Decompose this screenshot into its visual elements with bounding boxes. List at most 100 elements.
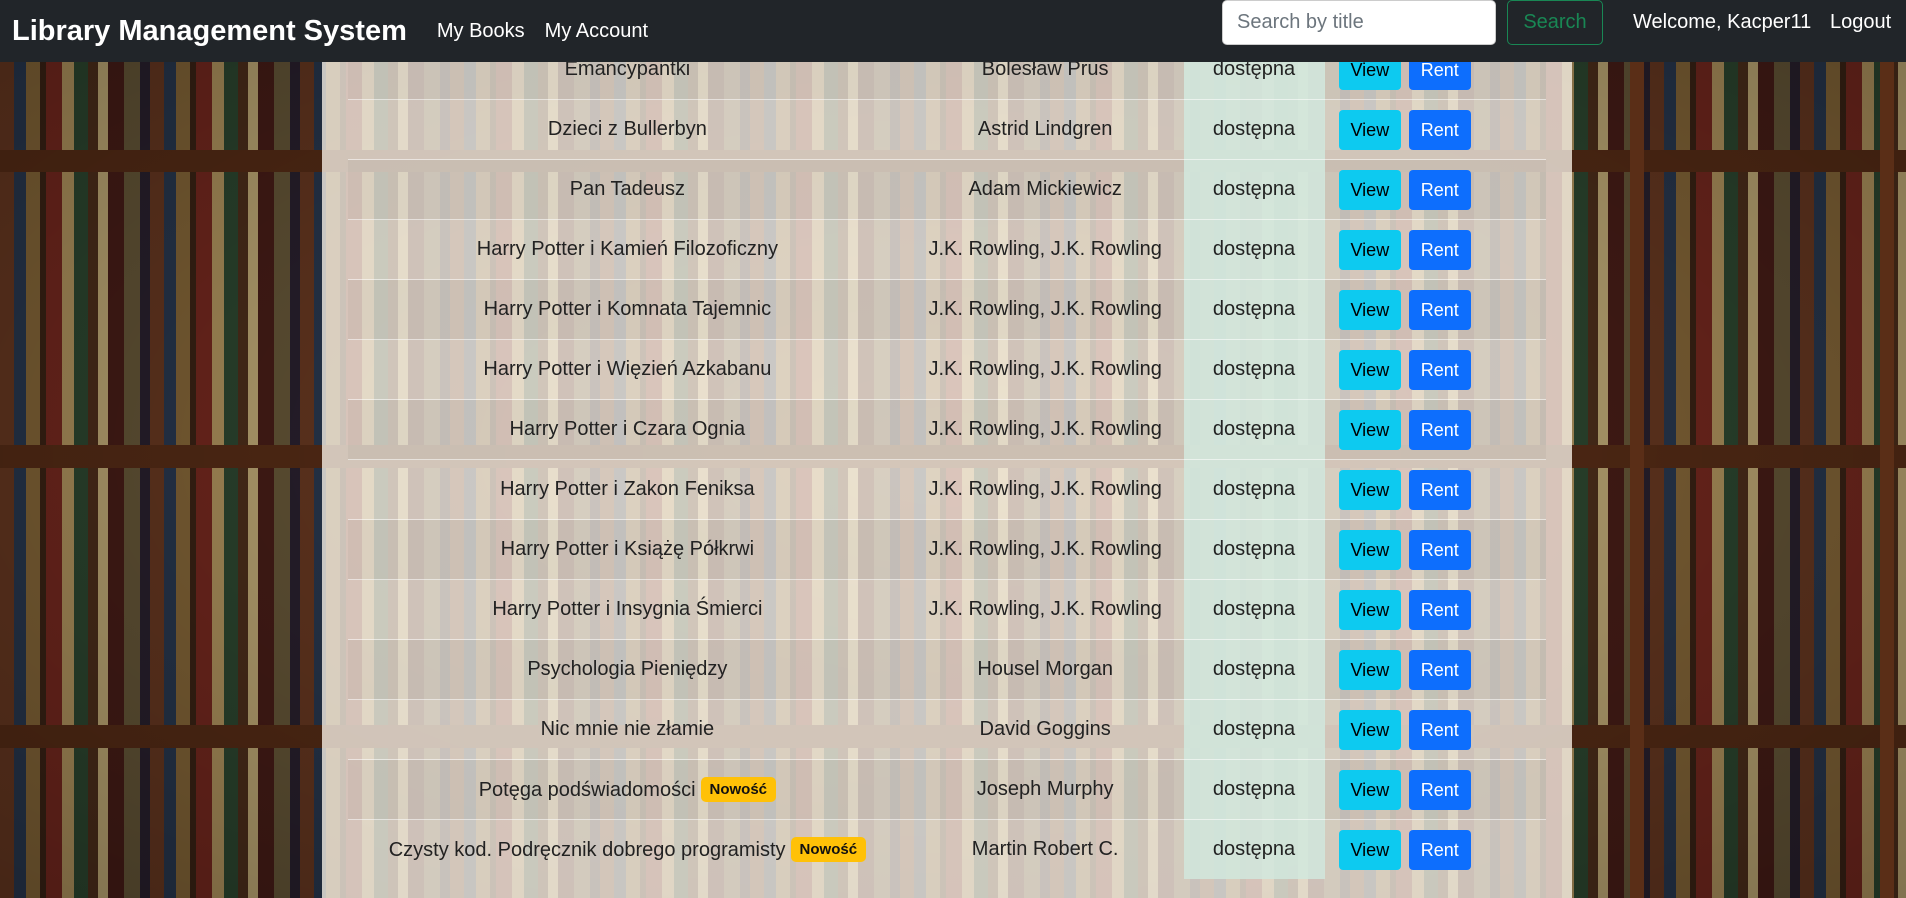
book-status: dostępna: [1183, 639, 1325, 700]
table-row: Harry Potter i Zakon Feniksa J.K. Rowlin…: [348, 459, 1546, 520]
books-container: Emancypantki Bolesław Prus dostępna View…: [322, 39, 1572, 898]
navbar: Library Management System My Books My Ac…: [0, 0, 1906, 62]
book-author: J.K. Rowling, J.K. Rowling: [906, 219, 1184, 280]
book-actions: View Rent: [1324, 339, 1546, 400]
book-status: dostępna: [1183, 759, 1325, 820]
view-button[interactable]: View: [1338, 769, 1402, 810]
new-badge: Nowość: [790, 837, 867, 862]
book-title-cell: Harry Potter i Komnata Tajemnic: [348, 279, 907, 340]
logout-link[interactable]: Logout: [1830, 11, 1891, 34]
book-author: J.K. Rowling, J.K. Rowling: [906, 519, 1184, 580]
table-row: Nic mnie nie złamie David Goggins dostęp…: [348, 699, 1546, 760]
view-button[interactable]: View: [1338, 469, 1402, 510]
search-input[interactable]: [1222, 0, 1496, 45]
view-button[interactable]: View: [1338, 109, 1402, 150]
rent-button[interactable]: Rent: [1408, 409, 1471, 450]
book-title: Dzieci z Bullerbyn: [547, 118, 707, 140]
rent-button[interactable]: Rent: [1408, 229, 1471, 270]
book-actions: View Rent: [1324, 519, 1546, 580]
view-button[interactable]: View: [1338, 409, 1402, 450]
view-button[interactable]: View: [1338, 289, 1402, 330]
book-title: Potęga podświadomości: [478, 779, 696, 801]
table-row: Pan Tadeusz Adam Mickiewicz dostępna Vie…: [348, 159, 1546, 220]
book-title: Harry Potter i Zakon Feniksa: [500, 478, 755, 500]
book-title-cell: Psychologia Pieniędzy: [348, 639, 907, 700]
table-row: Psychologia Pieniędzy Housel Morgan dost…: [348, 639, 1546, 700]
book-title-cell: Czysty kod. Podręcznik dobrego programis…: [348, 819, 907, 879]
view-button[interactable]: View: [1338, 649, 1402, 690]
book-actions: View Rent: [1324, 219, 1546, 280]
book-author: Housel Morgan: [906, 639, 1184, 700]
book-status: dostępna: [1183, 819, 1325, 879]
book-title: Harry Potter i Więzień Azkabanu: [483, 358, 772, 380]
table-row: Dzieci z Bullerbyn Astrid Lindgren dostę…: [348, 99, 1546, 160]
book-title: Harry Potter i Czara Ognia: [509, 418, 746, 440]
book-status: dostępna: [1183, 519, 1325, 580]
book-author: J.K. Rowling, J.K. Rowling: [906, 339, 1184, 400]
book-status: dostępna: [1183, 339, 1325, 400]
book-title: Harry Potter i Kamień Filozoficzny: [476, 238, 778, 260]
shelf-post: [1880, 0, 1894, 898]
table-row: Harry Potter i Książę Półkrwi J.K. Rowli…: [348, 519, 1546, 580]
books-table-body: Emancypantki Bolesław Prus dostępna View…: [348, 39, 1546, 879]
book-title: Harry Potter i Książę Półkrwi: [500, 538, 755, 560]
book-title-cell: Harry Potter i Czara Ognia: [348, 399, 907, 460]
book-status: dostępna: [1183, 459, 1325, 520]
book-status: dostępna: [1183, 219, 1325, 280]
rent-button[interactable]: Rent: [1408, 769, 1471, 810]
book-title-cell: Harry Potter i Insygnia Śmierci: [348, 579, 907, 640]
view-button[interactable]: View: [1338, 709, 1402, 750]
book-title-cell: Harry Potter i Więzień Azkabanu: [348, 339, 907, 400]
view-button[interactable]: View: [1338, 589, 1402, 630]
rent-button[interactable]: Rent: [1408, 529, 1471, 570]
book-author: J.K. Rowling, J.K. Rowling: [906, 579, 1184, 640]
view-button[interactable]: View: [1338, 349, 1402, 390]
book-actions: View Rent: [1324, 759, 1546, 820]
book-title-cell: Nic mnie nie złamie: [348, 699, 907, 760]
book-title-cell: Harry Potter i Kamień Filozoficzny: [348, 219, 907, 280]
book-author: J.K. Rowling, J.K. Rowling: [906, 279, 1184, 340]
rent-button[interactable]: Rent: [1408, 829, 1471, 870]
view-button[interactable]: View: [1338, 169, 1402, 210]
table-row: Harry Potter i Insygnia Śmierci J.K. Row…: [348, 579, 1546, 640]
view-button[interactable]: View: [1338, 229, 1402, 270]
book-title: Czysty kod. Podręcznik dobrego programis…: [388, 839, 786, 861]
book-status: dostępna: [1183, 99, 1325, 160]
book-title: Psychologia Pieniędzy: [527, 658, 728, 680]
rent-button[interactable]: Rent: [1408, 109, 1471, 150]
book-author: J.K. Rowling, J.K. Rowling: [906, 459, 1184, 520]
book-actions: View Rent: [1324, 819, 1546, 879]
brand-title[interactable]: Library Management System: [12, 15, 407, 48]
book-actions: View Rent: [1324, 579, 1546, 640]
book-title-cell: Harry Potter i Zakon Feniksa: [348, 459, 907, 520]
book-status: dostępna: [1183, 579, 1325, 640]
book-author: David Goggins: [906, 699, 1184, 760]
view-button[interactable]: View: [1338, 529, 1402, 570]
view-button[interactable]: View: [1338, 829, 1402, 870]
rent-button[interactable]: Rent: [1408, 289, 1471, 330]
table-row: Harry Potter i Czara Ognia J.K. Rowling,…: [348, 399, 1546, 460]
book-title: Harry Potter i Komnata Tajemnic: [483, 298, 772, 320]
book-actions: View Rent: [1324, 279, 1546, 340]
rent-button[interactable]: Rent: [1408, 649, 1471, 690]
book-author: Astrid Lindgren: [906, 99, 1184, 160]
book-status: dostępna: [1183, 399, 1325, 460]
book-author: J.K. Rowling, J.K. Rowling: [906, 399, 1184, 460]
rent-button[interactable]: Rent: [1408, 709, 1471, 750]
book-title-cell: Dzieci z Bullerbyn: [348, 99, 907, 160]
table-row: Harry Potter i Kamień Filozoficzny J.K. …: [348, 219, 1546, 280]
book-title-cell: Potęga podświadomości Nowość: [348, 759, 907, 820]
search-button[interactable]: Search: [1507, 0, 1603, 45]
nav-my-books[interactable]: My Books: [437, 20, 525, 43]
nav-my-account[interactable]: My Account: [545, 20, 648, 43]
book-status: dostępna: [1183, 699, 1325, 760]
book-actions: View Rent: [1324, 99, 1546, 160]
rent-button[interactable]: Rent: [1408, 469, 1471, 510]
book-status: dostępna: [1183, 159, 1325, 220]
book-title: Pan Tadeusz: [569, 178, 686, 200]
rent-button[interactable]: Rent: [1408, 349, 1471, 390]
rent-button[interactable]: Rent: [1408, 169, 1471, 210]
rent-button[interactable]: Rent: [1408, 589, 1471, 630]
book-actions: View Rent: [1324, 459, 1546, 520]
table-row: Czysty kod. Podręcznik dobrego programis…: [348, 819, 1546, 879]
